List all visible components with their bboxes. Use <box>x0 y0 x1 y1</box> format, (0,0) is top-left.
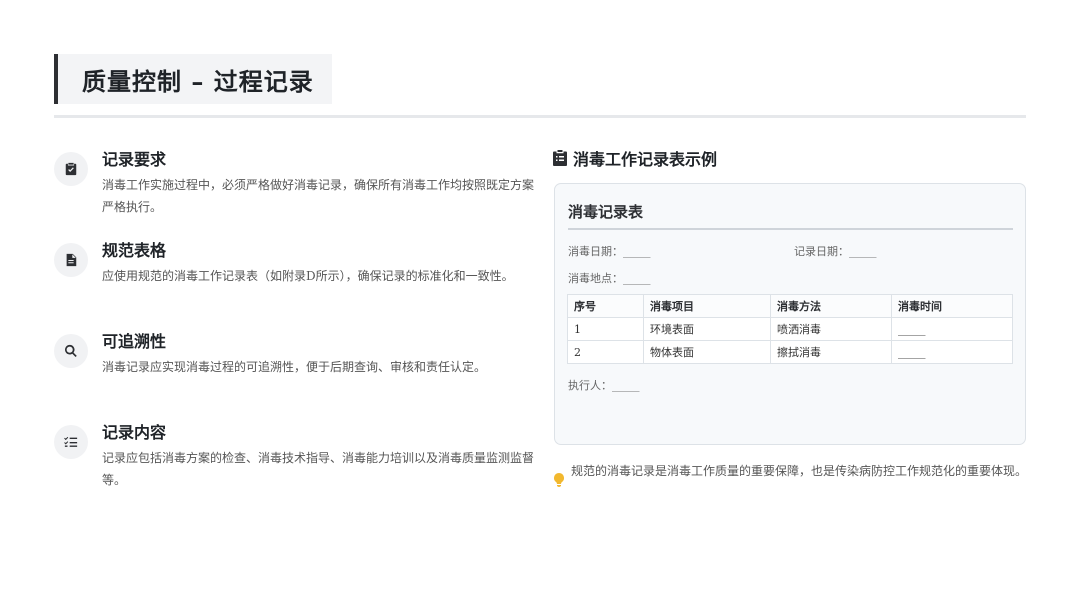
table-cell: 物体表面 <box>643 340 771 364</box>
location-field: 消毒地点：_____ <box>568 272 651 285</box>
item-description: 应使用规范的消毒工作记录表（如附录D所示），确保记录的标准化和一致性。 <box>102 269 514 283</box>
table-cell: 环境表面 <box>643 317 771 341</box>
table-cell: 2 <box>567 340 644 364</box>
list-check-icon <box>54 425 88 459</box>
record-form-card: 消毒记录表 消毒日期：_____ 记录日期：_____ 消毒地点：_____ 序… <box>554 183 1026 445</box>
disinfect-date-field: 消毒日期：_____ <box>568 245 651 258</box>
title-divider <box>54 115 1026 118</box>
lightbulb-icon <box>554 473 564 487</box>
table-header-row: 序号 消毒项目 消毒方法 消毒时间 <box>567 294 1013 318</box>
note-text: 规范的消毒记录是消毒工作质量的重要保障，也是传染病防控工作规范化的重要体现。 <box>571 464 1028 478</box>
item-description: 记录应包括消毒方案的检查、消毒技术指导、消毒能力培训以及消毒质量监测监督等。 <box>102 451 535 487</box>
item-title: 记录内容 <box>102 423 167 442</box>
executor-field: 执行人：_____ <box>568 379 640 392</box>
item-description: 消毒记录应实现消毒过程的可追溯性，便于后期查询、审核和责任认定。 <box>102 360 487 374</box>
record-table: 序号 消毒项目 消毒方法 消毒时间 1 环境表面 喷洒消毒 _____ 2 物体… <box>567 294 1013 364</box>
table-cell: _____ <box>891 340 1013 364</box>
note-callout: 规范的消毒记录是消毒工作质量的重要保障，也是传染病防控工作规范化的重要体现。 <box>553 460 1048 487</box>
column-header: 消毒方法 <box>770 294 892 318</box>
item-title: 记录要求 <box>102 150 167 169</box>
record-date-field: 记录日期：_____ <box>794 245 877 258</box>
page-title: 质量控制 – 过程记录 <box>82 66 314 96</box>
column-header: 消毒时间 <box>891 294 1013 318</box>
table-cell: _____ <box>891 317 1013 341</box>
table-row: 2 物体表面 擦拭消毒 _____ <box>567 340 1013 364</box>
table-cell: 1 <box>567 317 644 341</box>
item-title: 规范表格 <box>102 241 167 260</box>
clipboard-check-icon <box>54 152 88 186</box>
item-title: 可追溯性 <box>102 332 167 351</box>
table-cell: 喷洒消毒 <box>770 317 892 341</box>
form-title: 消毒记录表 <box>568 203 644 221</box>
item-description: 消毒工作实施过程中，必须严格做好消毒记录，确保所有消毒工作均按照既定方案严格执行… <box>102 178 535 214</box>
column-header: 消毒项目 <box>643 294 771 318</box>
page-title-box: 质量控制 – 过程记录 <box>54 54 332 104</box>
table-row: 1 环境表面 喷洒消毒 _____ <box>567 317 1013 341</box>
file-icon <box>54 243 88 277</box>
example-heading: 消毒工作记录表示例 <box>553 146 717 170</box>
clipboard-list-icon <box>553 150 567 166</box>
example-heading-text: 消毒工作记录表示例 <box>573 150 718 169</box>
table-cell: 擦拭消毒 <box>770 340 892 364</box>
form-divider <box>568 228 1013 230</box>
column-header: 序号 <box>567 294 644 318</box>
search-icon <box>54 334 88 368</box>
